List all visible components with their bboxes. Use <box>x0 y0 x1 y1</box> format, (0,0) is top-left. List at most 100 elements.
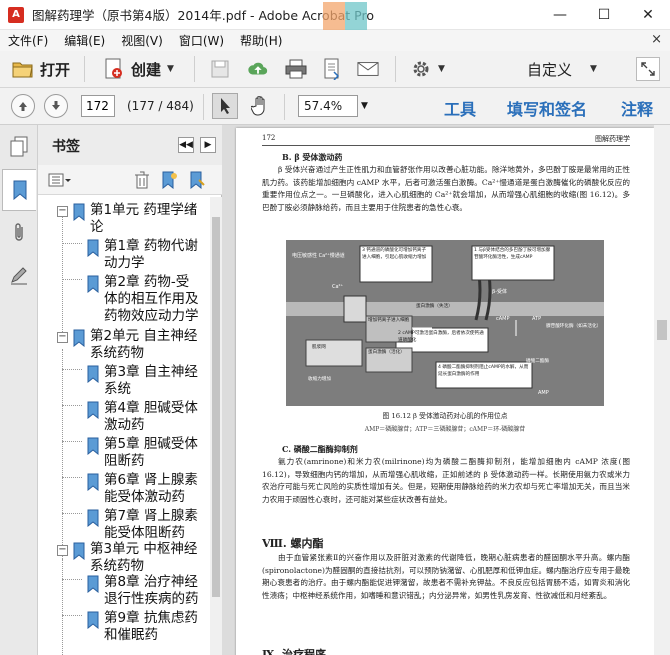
figure-caption: 图 16.12 β 受体激动药对心肌的作用位点 <box>382 412 508 420</box>
previous-page-button[interactable] <box>11 94 35 118</box>
menu-file[interactable]: 文件(F) <box>0 32 56 49</box>
page-number: 172 <box>262 134 276 142</box>
settings-gear-icon[interactable] <box>410 58 432 80</box>
open-button[interactable]: 打开 <box>6 54 76 84</box>
toolbar-divider <box>193 56 195 82</box>
bookmark-label: 能受体阻断药 <box>104 525 185 541</box>
print-icon[interactable] <box>285 58 307 80</box>
bookmark-label: 和催眠药 <box>104 627 158 643</box>
bookmark-chapter-6[interactable]: 第6章 肾上腺素 能受体激动药 <box>86 472 198 506</box>
signatures-pen-icon[interactable] <box>8 263 30 287</box>
bookmark-label: 第1单元 药理学绪 <box>90 202 198 218</box>
document-scrollbar[interactable] <box>654 125 670 655</box>
tools-panel-link[interactable]: 工具 <box>444 96 476 120</box>
bookmark-icon <box>73 203 85 221</box>
section-b-heading: B. β 受体激动药 <box>282 152 343 162</box>
figure-label: AMP <box>538 390 549 396</box>
close-button[interactable]: ✕ <box>626 0 670 30</box>
zoom-dropdown-icon[interactable]: ▼ <box>361 101 368 111</box>
toolbar-divider <box>284 94 285 120</box>
collapse-toggle-icon[interactable]: − <box>57 545 68 556</box>
bookmark-chapter-1[interactable]: 第1章 药物代谢 动力学 <box>86 238 198 272</box>
bookmark-chapter-8[interactable]: 第8章 治疗神经 退行性疾病的药 <box>86 574 199 608</box>
figure-label: 增加钙离子进入细胞 <box>368 318 410 323</box>
bookmarks-scrollbar[interactable] <box>210 197 222 655</box>
save-icon[interactable] <box>209 58 231 80</box>
new-bookmark-icon[interactable] <box>160 171 178 192</box>
bookmarks-header: 书签 ◀◀ ▶ <box>38 125 222 165</box>
upload-cloud-icon[interactable] <box>247 58 269 80</box>
bookmark-unit-1[interactable]: − 第1单元 药理学绪论 <box>57 202 197 236</box>
zoom-level-input[interactable]: 57.4% <box>298 95 358 117</box>
bookmark-chapter-2[interactable]: 第2章 药物-受 体的相互作用及 药物效应动力学 <box>86 274 199 325</box>
expand-panel-button[interactable]: ▶ <box>200 137 216 153</box>
attachment-paperclip-icon[interactable] <box>8 221 30 245</box>
find-bookmark-icon[interactable] <box>188 171 206 192</box>
create-button[interactable]: 创建 ▼ <box>97 54 180 84</box>
export-file-icon[interactable] <box>321 58 343 80</box>
bookmark-chapter-5[interactable]: 第5章 胆碱受体 阻断药 <box>86 436 198 470</box>
menu-view[interactable]: 视图(V) <box>113 32 171 49</box>
comment-panel-link[interactable]: 注释 <box>621 96 653 120</box>
bookmark-label: 体的相互作用及 <box>104 291 199 307</box>
figure-abbreviations: AMP＝磷酸腺苷；ATP＝三磷酸腺苷；cAMP＝环-磷酸腺苷 <box>364 426 526 433</box>
bookmark-chapter-3[interactable]: 第3章 自主神经 系统 <box>86 364 198 398</box>
fullscreen-expand-button[interactable] <box>636 57 660 81</box>
figure-label: cAMP <box>496 316 510 322</box>
menu-help[interactable]: 帮助(H) <box>232 32 290 49</box>
collapse-toggle-icon[interactable]: − <box>57 206 68 217</box>
bookmark-label: 第4章 胆碱受体 <box>104 400 198 416</box>
acrobat-logo-icon: A <box>8 6 24 23</box>
bookmark-unit-3[interactable]: − 第3单元 中枢神经 系统药物 <box>57 541 197 575</box>
section-c-paragraph: 氨力农(amrinone)和米力农(milrinone)均为磷酸二酯酶抑制剂，能… <box>262 457 630 505</box>
bookmark-label: 激动药 <box>104 417 145 433</box>
figure-label: 磷酸二酯酶 <box>526 359 549 364</box>
bookmark-label: 第6章 肾上腺素 <box>104 472 198 488</box>
page-number-input[interactable] <box>81 95 115 117</box>
document-scroll-thumb[interactable] <box>657 320 667 340</box>
bookmark-chapter-9[interactable]: 第9章 抗焦虑药 和催眠药 <box>86 610 198 644</box>
bookmark-label: 第2单元 自主神经 <box>90 328 198 344</box>
maximize-button[interactable]: ☐ <box>582 0 626 30</box>
bookmark-chapter-4[interactable]: 第4章 胆碱受体 激动药 <box>86 400 198 434</box>
menu-window[interactable]: 窗口(W) <box>171 32 232 49</box>
figure-label: 收缩力增加 <box>308 377 331 382</box>
settings-dropdown-icon[interactable]: ▼ <box>438 64 445 74</box>
cursor-arrow-icon <box>221 98 230 114</box>
bookmark-label: 药物效应动力学 <box>104 308 199 324</box>
next-page-button[interactable] <box>44 94 68 118</box>
bookmarks-pane-tab[interactable] <box>2 169 36 211</box>
bookmark-label: 第3单元 中枢神经 <box>90 541 198 557</box>
bookmark-label: 系统药物 <box>90 558 144 574</box>
figure-label: ATP <box>532 316 542 322</box>
fill-sign-panel-link[interactable]: 填写和签名 <box>507 96 587 120</box>
bookmark-icon <box>87 437 99 455</box>
section-8-heading: Ⅷ. 螺内酯 <box>262 537 324 550</box>
bookmark-options-icon[interactable] <box>48 171 72 189</box>
document-view[interactable]: 172 图解药理学 B. β 受体激动药 β 受体兴奋通过产生正性肌力和血管舒张… <box>222 125 670 655</box>
create-pdf-icon <box>103 58 125 80</box>
bookmark-unit-2[interactable]: − 第2单元 自主神经 系统药物 <box>57 328 197 362</box>
hand-tool-button[interactable] <box>248 94 272 118</box>
delete-bookmark-icon[interactable] <box>134 171 150 192</box>
menu-edit[interactable]: 编辑(E) <box>56 32 113 49</box>
section-8-paragraph: 由于血管紧张素Ⅱ的兴奋作用以及肝脏对激素的代谢降低，晚期心脏病患者的醛固酮水平升… <box>262 553 630 601</box>
figure-callout: 3 钙通道的磷酸化可增加钙离子进入细胞，引起心肌收缩力增加 <box>362 248 427 260</box>
figure-16-12: 电压敏感性 Ca²⁺慢通道 Ca²⁺ β-受体 3 钙通道的磷酸化可增加钙离子进… <box>286 240 604 406</box>
email-icon[interactable] <box>357 58 379 80</box>
customize-menu[interactable]: 自定义 <box>527 59 572 80</box>
open-label: 打开 <box>40 60 71 79</box>
close-document-icon[interactable]: × <box>651 32 662 47</box>
collapse-panel-button[interactable]: ◀◀ <box>178 137 194 153</box>
page-thumbnails-icon[interactable] <box>8 135 30 159</box>
toolbar-divider <box>84 56 86 82</box>
select-tool-button[interactable] <box>212 93 238 119</box>
collapse-toggle-icon[interactable]: − <box>57 332 68 343</box>
bookmark-label: 系统药物 <box>90 345 144 361</box>
bookmarks-scroll-thumb[interactable] <box>212 217 220 597</box>
bookmark-label: 第9章 抗焦虑药 <box>104 610 198 626</box>
bookmark-icon <box>87 401 99 419</box>
main-toolbar: 打开 创建 ▼ ▼ 自定义 ▼ <box>0 51 670 88</box>
minimize-button[interactable]: — <box>538 0 582 30</box>
bookmark-chapter-7[interactable]: 第7章 肾上腺素 能受体阻断药 <box>86 508 198 542</box>
